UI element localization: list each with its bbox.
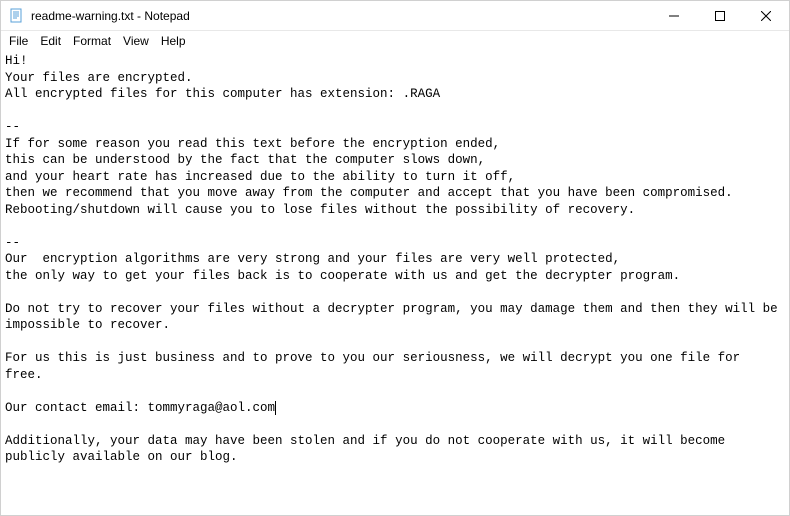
menu-format[interactable]: Format [67,33,117,49]
menu-edit[interactable]: Edit [34,33,67,49]
document-text: Hi! Your files are encrypted. All encryp… [5,54,785,415]
text-area[interactable]: Hi! Your files are encrypted. All encryp… [1,51,789,515]
minimize-button[interactable] [651,1,697,30]
menubar: File Edit Format View Help [1,31,789,51]
menu-help[interactable]: Help [155,33,192,49]
maximize-button[interactable] [697,1,743,30]
menu-file[interactable]: File [3,33,34,49]
window-title: readme-warning.txt - Notepad [31,9,651,23]
titlebar: readme-warning.txt - Notepad [1,1,789,31]
window-controls [651,1,789,30]
document-text-after: Additionally, your data may have been st… [5,434,733,465]
close-button[interactable] [743,1,789,30]
text-caret [275,401,276,415]
menu-view[interactable]: View [117,33,155,49]
notepad-icon [9,8,25,24]
